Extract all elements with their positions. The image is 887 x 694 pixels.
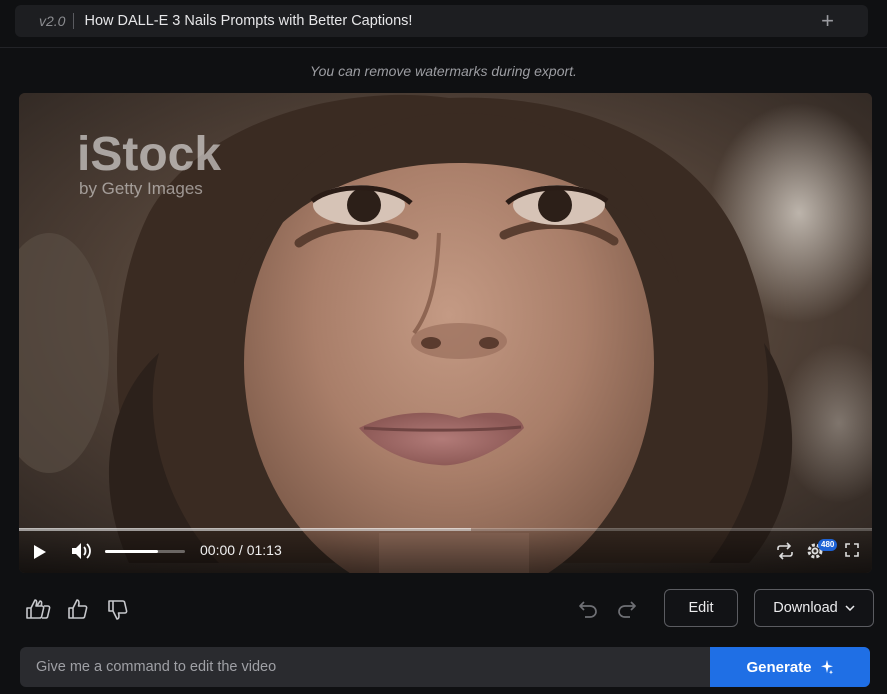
edit-button[interactable]: Edit (664, 589, 738, 627)
undo-icon[interactable] (578, 599, 598, 619)
generate-button[interactable]: Generate (710, 647, 870, 687)
generate-button-label: Generate (746, 658, 812, 676)
header-divider (0, 47, 887, 48)
sparkle-icon (820, 660, 833, 675)
quality-badge: 480 (818, 539, 838, 551)
loop-icon[interactable] (776, 542, 794, 560)
video-frame[interactable]: iStock by Getty Images (19, 93, 872, 573)
time-display: 00:00 / 01:13 (200, 542, 282, 558)
action-row: Edit Download (0, 588, 887, 630)
video-title-bar: v2.0 How DALL-E 3 Nails Prompts with Bet… (15, 5, 868, 37)
download-button[interactable]: Download (754, 589, 874, 627)
volume-icon[interactable] (71, 542, 93, 560)
version-label: v2.0 (39, 13, 66, 29)
title-separator (73, 13, 75, 29)
watermark-sub: by Getty Images (79, 179, 203, 198)
video-player[interactable]: iStock by Getty Images 00:00 / 01:13 480 (19, 93, 872, 573)
chevron-down-icon (845, 605, 855, 611)
thumbs-down-icon[interactable] (107, 599, 129, 621)
edit-button-label: Edit (688, 600, 714, 616)
command-bar: Generate (20, 647, 870, 687)
watermark-notice: You can remove watermarks during export. (310, 63, 577, 79)
video-title[interactable]: How DALL-E 3 Nails Prompts with Better C… (84, 13, 412, 29)
player-controls: 00:00 / 01:13 480 (19, 529, 872, 573)
download-button-label: Download (773, 600, 838, 616)
play-icon[interactable] (33, 544, 47, 560)
volume-level (105, 550, 158, 553)
redo-icon[interactable] (617, 599, 637, 619)
thumbs-up-icon[interactable] (67, 598, 89, 620)
watermark-brand: iStock (77, 128, 221, 181)
fullscreen-icon[interactable] (845, 543, 859, 557)
thumbs-up-double-icon[interactable] (25, 598, 51, 620)
command-input[interactable] (20, 647, 710, 687)
volume-slider[interactable] (105, 550, 185, 553)
plus-icon[interactable]: + (821, 10, 834, 32)
